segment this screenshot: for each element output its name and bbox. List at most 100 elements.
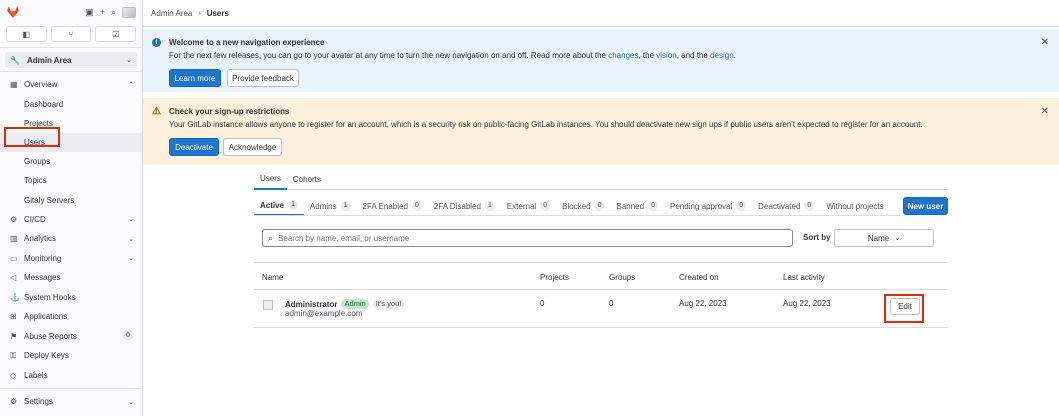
sidebar-item-cicd[interactable]: ⚙ CI/CD ⌄ [0,210,142,230]
apps-icon: ⊞ [10,312,17,322]
sidebar-item-abuse-reports[interactable]: ⚑ Abuse Reports 0 [0,327,142,347]
bullhorn-icon: ◁ [10,273,17,283]
todo-icon: ☑ [112,29,120,39]
sort-dropdown[interactable]: Name ⌄ [834,229,934,247]
user-name-link[interactable]: Administrator [285,300,337,309]
user-avatar[interactable] [263,300,273,310]
tab-label: External [506,201,537,211]
hook-icon: ⚓ [10,292,20,302]
deactivate-button[interactable]: Deactivate [169,138,219,156]
tab-cohorts[interactable]: Cohorts [287,168,327,190]
alert-body-text: . [733,51,736,60]
collapse-sidebar-icon[interactable]: ▣ [85,7,94,17]
chevron-down-icon: ⌄ [128,398,134,406]
its-you-badge: It's you! [372,299,405,309]
close-icon[interactable]: ✕ [1041,37,1049,48]
sidebar-item-messages[interactable]: ◁ Messages [0,268,142,288]
overview-grid-icon: ▦ [10,80,18,90]
learn-more-button[interactable]: Learn more [169,69,221,87]
user-search-input[interactable]: ⌕ Search by name, email, or username [262,229,793,247]
sidebar-item-label: Abuse Reports [24,331,77,341]
sidebar-item-overview[interactable]: ▦ Overview ⌃ [0,75,142,95]
tab-admins[interactable]: Admins 1 [304,196,357,215]
design-link[interactable]: design [710,51,734,60]
sidebar-item-system-hooks[interactable]: ⚓ System Hooks [0,288,142,308]
sidebar-subitem-dashboard[interactable]: Dashboard [0,95,142,114]
user-avatar-icon[interactable] [122,6,136,18]
sidebar-item-label: Settings [24,397,53,407]
tab-deactivated[interactable]: Deactivated 0 [752,196,820,215]
issues-icon: ◧ [22,29,31,39]
merge-requests-count-button[interactable]: ⑂ [50,26,92,42]
sidebar-item-monitoring[interactable]: ▭ Monitoring ⌄ [0,249,142,269]
sidebar-subitem-topics[interactable]: Topics [0,171,142,190]
new-user-button[interactable]: New user [903,197,948,215]
tab-blocked[interactable]: Blocked 0 [556,196,610,215]
user-created-on: Aug 22, 2023 [679,299,727,308]
user-filter-tabs: Active 1 Admins 1 2FA Enabled 0 2FA Disable… [254,196,900,216]
breadcrumb-admin-area[interactable]: Admin Area [151,9,192,18]
todos-count-button[interactable]: ☑ [95,26,137,42]
chevron-down-icon: ⌄ [126,57,132,64]
sort-by-label: Sort by [803,233,831,242]
sidebar-item-deploy-keys[interactable]: ⚿ Deploy Keys [0,346,142,366]
tab-banned[interactable]: Banned 0 [610,196,664,215]
acknowledge-button[interactable]: Acknowledge [223,138,282,156]
sidebar-subitem-groups[interactable]: Groups [0,152,142,171]
tab-active[interactable]: Active 1 [254,196,304,215]
tab-label: Deactivated [758,201,801,211]
plus-icon[interactable]: + [100,7,105,17]
edit-highlight-box [884,294,924,323]
context-switcher[interactable]: 🔧 Admin Area ⌄ [5,52,137,68]
alert-body-text: , and the [676,51,711,60]
sidebar-item-labels[interactable]: ◇ Labels [0,366,142,386]
signup-restrictions-alert: ⚠ Check your sign-up restrictions Your G… [143,98,1059,165]
alert-body: Your GitLab instance allows anyone to re… [169,120,923,129]
search-icon[interactable]: ⌕ [111,7,116,17]
chevron-down-icon: ⌄ [128,216,134,224]
tab-pending-approval[interactable]: Pending approval 0 [664,196,752,215]
tab-2fa-enabled[interactable]: 2FA Enabled 0 [357,196,428,215]
column-header-name: Name [262,273,284,282]
tab-count-badge: 1 [288,200,298,210]
tab-label: Admins [309,201,337,211]
sidebar-subitem-gitaly-servers[interactable]: Gitaly Servers [0,190,142,209]
changes-link[interactable]: changes [608,51,638,60]
divider [0,388,142,390]
column-header-last-activity: Last activity [783,273,825,282]
sidebar-item-settings[interactable]: ⚙ Settings ⌄ [0,392,142,412]
tab-external[interactable]: External 0 [501,196,556,215]
tab-without-projects[interactable]: Without projects [820,196,889,215]
key-icon: ⚿ [10,350,17,360]
gitlab-logo-icon[interactable] [6,5,20,19]
tab-count-badge: 0 [648,201,658,211]
users-highlight-box [4,127,60,147]
issues-count-button[interactable]: ◧ [6,26,47,42]
sort-value: Name [867,233,890,243]
abuse-reports-count-badge: 0 [122,331,134,342]
tab-users[interactable]: Users [254,168,287,190]
admin-wrench-icon: 🔧 [10,55,20,65]
sidebar-item-label: Applications [24,312,68,322]
sidebar-item-analytics[interactable]: ▥ Analytics ⌄ [0,229,142,249]
tab-count-badge: 0 [540,201,551,211]
chevron-up-icon: ⌃ [128,81,134,89]
sidebar-item-applications[interactable]: ⊞ Applications [0,307,142,327]
close-icon[interactable]: ✕ [1041,106,1049,117]
tab-count-badge: 1 [340,201,351,211]
tab-2fa-disabled[interactable]: 2FA Disabled 1 [428,196,501,215]
chevron-down-icon: ⌄ [128,235,134,243]
column-header-groups: Groups [609,273,636,282]
flag-icon: ⚑ [10,331,18,341]
chart-icon: ▥ [10,234,18,244]
chevron-down-icon: ⌄ [128,255,134,263]
sidebar-item-label: CI/CD [24,214,46,224]
sidebar-item-label: Overview [24,80,58,90]
user-last-activity: Aug 22, 2023 [783,299,831,308]
warning-icon: ⚠ [152,106,161,117]
column-header-created-on: Created on [679,273,719,282]
vision-link[interactable]: vision [656,51,676,60]
context-label: Admin Area [26,55,72,65]
tab-label: Banned [616,201,645,211]
provide-feedback-button[interactable]: Provide feedback [227,69,299,87]
